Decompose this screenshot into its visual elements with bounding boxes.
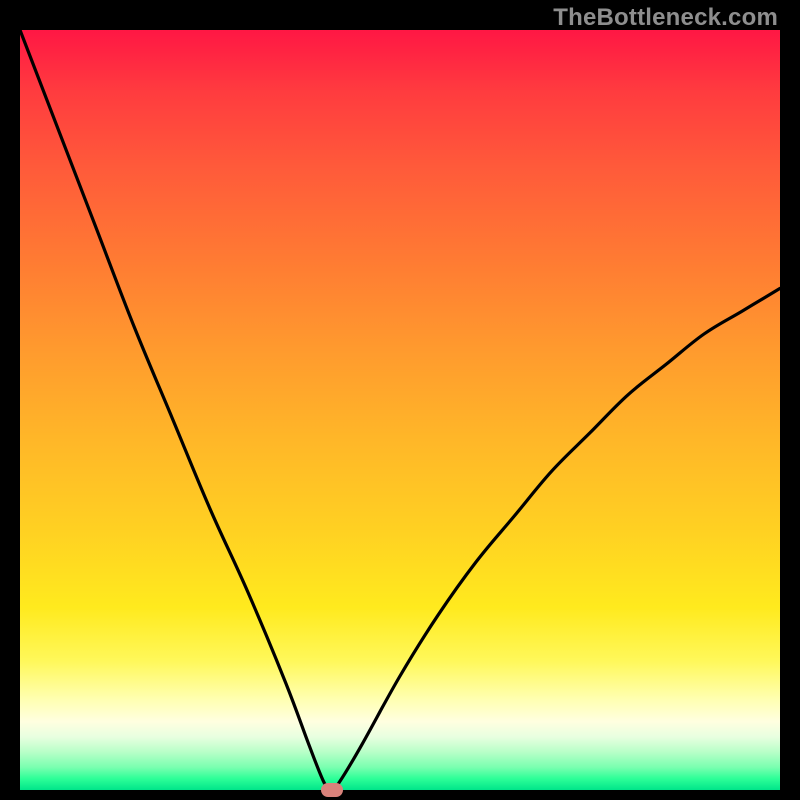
plot-area bbox=[20, 30, 780, 790]
chart-frame: TheBottleneck.com bbox=[0, 0, 800, 800]
watermark-text: TheBottleneck.com bbox=[553, 4, 778, 32]
bottleneck-curve bbox=[20, 30, 780, 790]
curve-layer bbox=[20, 30, 780, 790]
optimal-marker bbox=[321, 783, 343, 797]
